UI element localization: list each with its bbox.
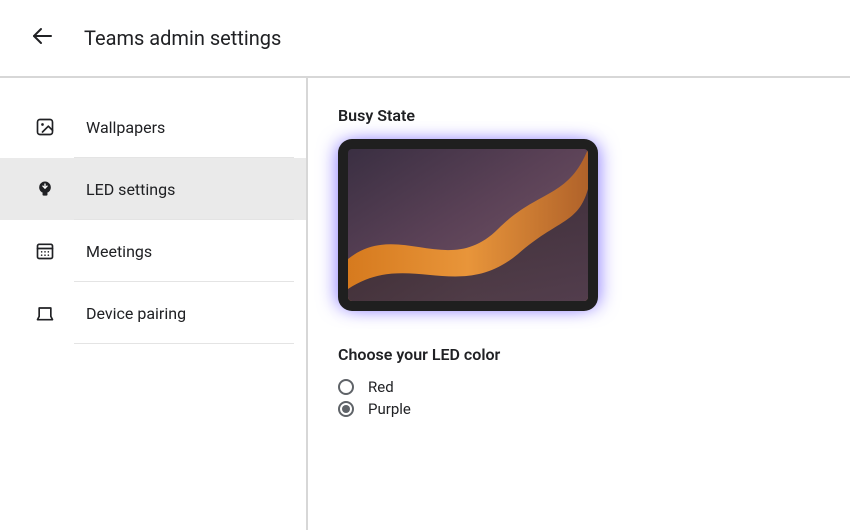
device-screen [348, 149, 588, 301]
sidebar: Wallpapers LED settings [0, 78, 308, 530]
calendar-icon [34, 240, 56, 262]
radio-label: Purple [368, 400, 411, 418]
device-preview [338, 139, 598, 311]
main-content: Busy State [308, 78, 850, 530]
radio-icon [338, 379, 354, 395]
sidebar-item-wallpapers[interactable]: Wallpapers [0, 96, 306, 158]
sidebar-item-label: LED settings [86, 180, 175, 199]
back-button[interactable] [28, 24, 56, 52]
lightbulb-icon [34, 178, 56, 200]
image-icon [34, 116, 56, 138]
header: Teams admin settings [0, 0, 850, 78]
sidebar-item-label: Device pairing [86, 304, 186, 323]
sidebar-item-device-pairing[interactable]: Device pairing [0, 282, 306, 344]
choose-led-color-title: Choose your LED color [338, 345, 850, 364]
led-color-option-purple[interactable]: Purple [338, 398, 850, 420]
busy-state-title: Busy State [338, 106, 850, 125]
page-title: Teams admin settings [84, 26, 281, 50]
sidebar-item-led-settings[interactable]: LED settings [0, 158, 306, 220]
sidebar-item-label: Wallpapers [86, 118, 165, 137]
body: Wallpapers LED settings [0, 78, 850, 530]
radio-label: Red [368, 378, 394, 396]
radio-icon [338, 401, 354, 417]
device-icon [34, 302, 56, 324]
arrow-left-icon [30, 24, 54, 52]
led-color-option-red[interactable]: Red [338, 376, 850, 398]
sidebar-item-meetings[interactable]: Meetings [0, 220, 306, 282]
sidebar-item-label: Meetings [86, 242, 152, 261]
divider [74, 343, 294, 344]
